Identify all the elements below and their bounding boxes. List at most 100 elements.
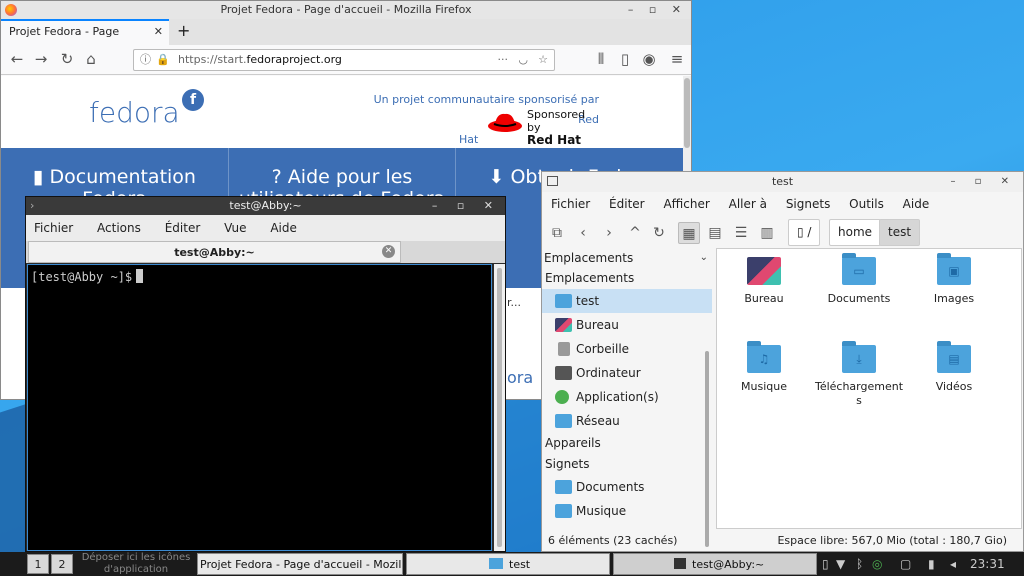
sidebar-item-ordinateur[interactable]: Ordinateur xyxy=(542,361,712,385)
firefox-titlebar[interactable]: Projet Fedora - Page d'accueil - Mozilla… xyxy=(1,1,691,19)
workspace-2[interactable]: 2 xyxy=(51,554,73,574)
forward-icon[interactable]: → xyxy=(31,50,51,68)
file-item-telechargements[interactable]: ⤓ Téléchargements xyxy=(813,341,905,408)
new-window-icon[interactable]: ⧉ xyxy=(546,222,568,244)
fm-toolbar: ⧉ ‹ › ^ ↻ ▦ ▤ ☰ ▥ ▯ / home test xyxy=(542,216,1023,248)
terminal-titlebar[interactable]: › test@Abby:~ – ▫ ✕ xyxy=(26,197,505,215)
music-folder-icon: ♫ xyxy=(747,341,781,373)
home-icon[interactable]: ⌂ xyxy=(81,50,101,68)
crumb-test[interactable]: test xyxy=(879,219,921,246)
task-terminal[interactable]: test@Abby:~ xyxy=(613,553,817,575)
task-file-manager[interactable]: test xyxy=(406,553,610,575)
tray-icon[interactable]: ▯ xyxy=(822,552,829,576)
fm-window-title: test xyxy=(771,175,794,188)
network-wifi-icon[interactable]: ▼ xyxy=(836,552,845,576)
sidebar-item-applications[interactable]: Application(s) xyxy=(542,385,712,409)
back-icon[interactable]: ‹ xyxy=(572,222,594,244)
window-menu-icon[interactable]: › xyxy=(30,197,34,215)
clock[interactable]: 23:31 xyxy=(970,552,1005,576)
new-tab-button[interactable]: + xyxy=(177,19,190,43)
scrollbar-thumb[interactable] xyxy=(684,78,690,148)
library-icon[interactable]: ⫴ xyxy=(591,50,611,68)
sidebar-item-label: Réseau xyxy=(576,414,620,428)
browser-tab[interactable]: Projet Fedora - Page d'accueil ✕ xyxy=(1,19,169,60)
file-item-documents[interactable]: ▭ Documents xyxy=(813,253,905,306)
terminal-window: › test@Abby:~ – ▫ ✕ Fichier Actions Édit… xyxy=(25,196,506,552)
compact-view-icon[interactable]: ▤ xyxy=(704,222,726,244)
reload-icon[interactable]: ↻ xyxy=(648,222,670,244)
notifications-icon[interactable]: ▢ xyxy=(900,552,911,576)
page-actions-icon[interactable]: ··· xyxy=(498,50,509,70)
sidebar-item-test[interactable]: test xyxy=(542,289,712,313)
up-icon[interactable]: ^ xyxy=(624,222,646,244)
fm-titlebar[interactable]: test – ▫ ✕ xyxy=(542,172,1023,192)
terminal-scrollbar[interactable] xyxy=(494,264,505,551)
volume-icon[interactable]: ◂ xyxy=(950,552,956,576)
file-item-bureau[interactable]: Bureau xyxy=(718,257,810,306)
crumb-root[interactable]: ▯ / xyxy=(788,219,821,246)
status-free-space: Espace libre: 567,0 Mio (total : 180,7 G… xyxy=(777,534,1007,547)
menu-aide[interactable]: Aide xyxy=(903,197,930,211)
menu-editer[interactable]: Éditer xyxy=(165,221,201,235)
redhat-hat-icon xyxy=(488,113,522,132)
back-icon[interactable]: ← xyxy=(7,50,27,68)
file-item-videos[interactable]: ▤ Vidéos xyxy=(908,341,1000,394)
menu-fichier[interactable]: Fichier xyxy=(34,221,73,235)
sidebar-item-musique[interactable]: Musique xyxy=(542,499,712,523)
file-item-images[interactable]: ▣ Images xyxy=(908,253,1000,306)
fedora-logo[interactable]: fedora xyxy=(89,96,180,129)
sidebar-item-corbeille[interactable]: Corbeille xyxy=(542,337,712,361)
sidebar-mode-select[interactable]: Emplacements ⌄ xyxy=(542,248,712,268)
detail-view-icon[interactable]: ☰ xyxy=(730,222,752,244)
sidebar-item-bureau[interactable]: Bureau xyxy=(542,313,712,337)
menu-aller-a[interactable]: Aller à xyxy=(729,197,767,211)
menu-outils[interactable]: Outils xyxy=(849,197,884,211)
sidebar-item-reseau[interactable]: Réseau xyxy=(542,409,712,433)
thumbnail-view-icon[interactable]: ▥ xyxy=(756,222,778,244)
icon-view-icon[interactable]: ▦ xyxy=(678,222,700,244)
sidebar-item-documents[interactable]: Documents xyxy=(542,475,712,499)
menu-editer[interactable]: Éditer xyxy=(609,197,645,211)
redhat-logo[interactable]: Sponsored by Red Hat xyxy=(527,108,599,147)
sidebar-scrollbar[interactable] xyxy=(705,351,709,547)
file-item-musique[interactable]: ♫ Musique xyxy=(718,341,810,394)
chevron-down-icon: ⌄ xyxy=(699,252,708,263)
scrollbar-thumb[interactable] xyxy=(497,268,502,547)
close-tab-icon[interactable]: ✕ xyxy=(154,21,163,43)
applications-icon xyxy=(555,390,569,404)
window-controls[interactable]: – ▫ ✕ xyxy=(950,172,1017,192)
menu-afficher[interactable]: Afficher xyxy=(663,197,709,211)
update-icon[interactable]: ◎ xyxy=(872,552,882,576)
forward-icon[interactable]: › xyxy=(598,222,620,244)
fm-statusbar: 6 éléments (23 cachés) Espace libre: 567… xyxy=(542,530,1023,552)
crumb-home[interactable]: home xyxy=(829,219,882,246)
sidebar-icon[interactable]: ▯ xyxy=(615,50,635,68)
terminal-tab[interactable]: test@Abby:~ xyxy=(28,241,401,263)
bookmark-star-icon[interactable]: ☆ xyxy=(538,50,548,70)
close-tab-icon[interactable]: ✕ xyxy=(382,245,395,258)
pocket-icon[interactable]: ◡ xyxy=(518,50,528,70)
battery-icon[interactable]: ▮ xyxy=(928,552,935,576)
window-icon xyxy=(547,176,558,186)
url-bar[interactable]: ⓘ 🔒 https://start.fedoraproject.org ··· … xyxy=(133,49,555,71)
task-label: test@Abby:~ xyxy=(692,558,765,571)
account-icon[interactable]: ◉ xyxy=(639,50,659,68)
launcher-drop-zone[interactable]: Déposer ici les icônes d'application xyxy=(78,552,194,576)
menu-vue[interactable]: Vue xyxy=(224,221,246,235)
reload-icon[interactable]: ↻ xyxy=(57,50,77,68)
terminal-output[interactable]: [test@Abby ~]$ xyxy=(27,264,492,551)
menu-fichier[interactable]: Fichier xyxy=(551,197,590,211)
workspace-1[interactable]: 1 xyxy=(27,554,49,574)
task-firefox[interactable]: Projet Fedora - Page d'accueil - Mozilla… xyxy=(197,553,403,575)
window-controls[interactable]: – ▫ ✕ xyxy=(628,1,687,19)
menu-signets[interactable]: Signets xyxy=(786,197,831,211)
window-controls[interactable]: – ▫ ✕ xyxy=(432,197,501,215)
bluetooth-icon[interactable]: ᛒ xyxy=(856,552,863,576)
menu-aide[interactable]: Aide xyxy=(270,221,297,235)
menu-icon[interactable]: ≡ xyxy=(667,50,687,68)
menu-actions[interactable]: Actions xyxy=(97,221,141,235)
desktop-icon xyxy=(555,318,572,332)
documents-folder-icon: ▭ xyxy=(842,253,876,285)
info-icon[interactable]: ⓘ xyxy=(140,50,151,70)
fm-file-view[interactable]: Bureau ▭ Documents ▣ Images ♫ Musique ⤓ … xyxy=(716,248,1022,529)
